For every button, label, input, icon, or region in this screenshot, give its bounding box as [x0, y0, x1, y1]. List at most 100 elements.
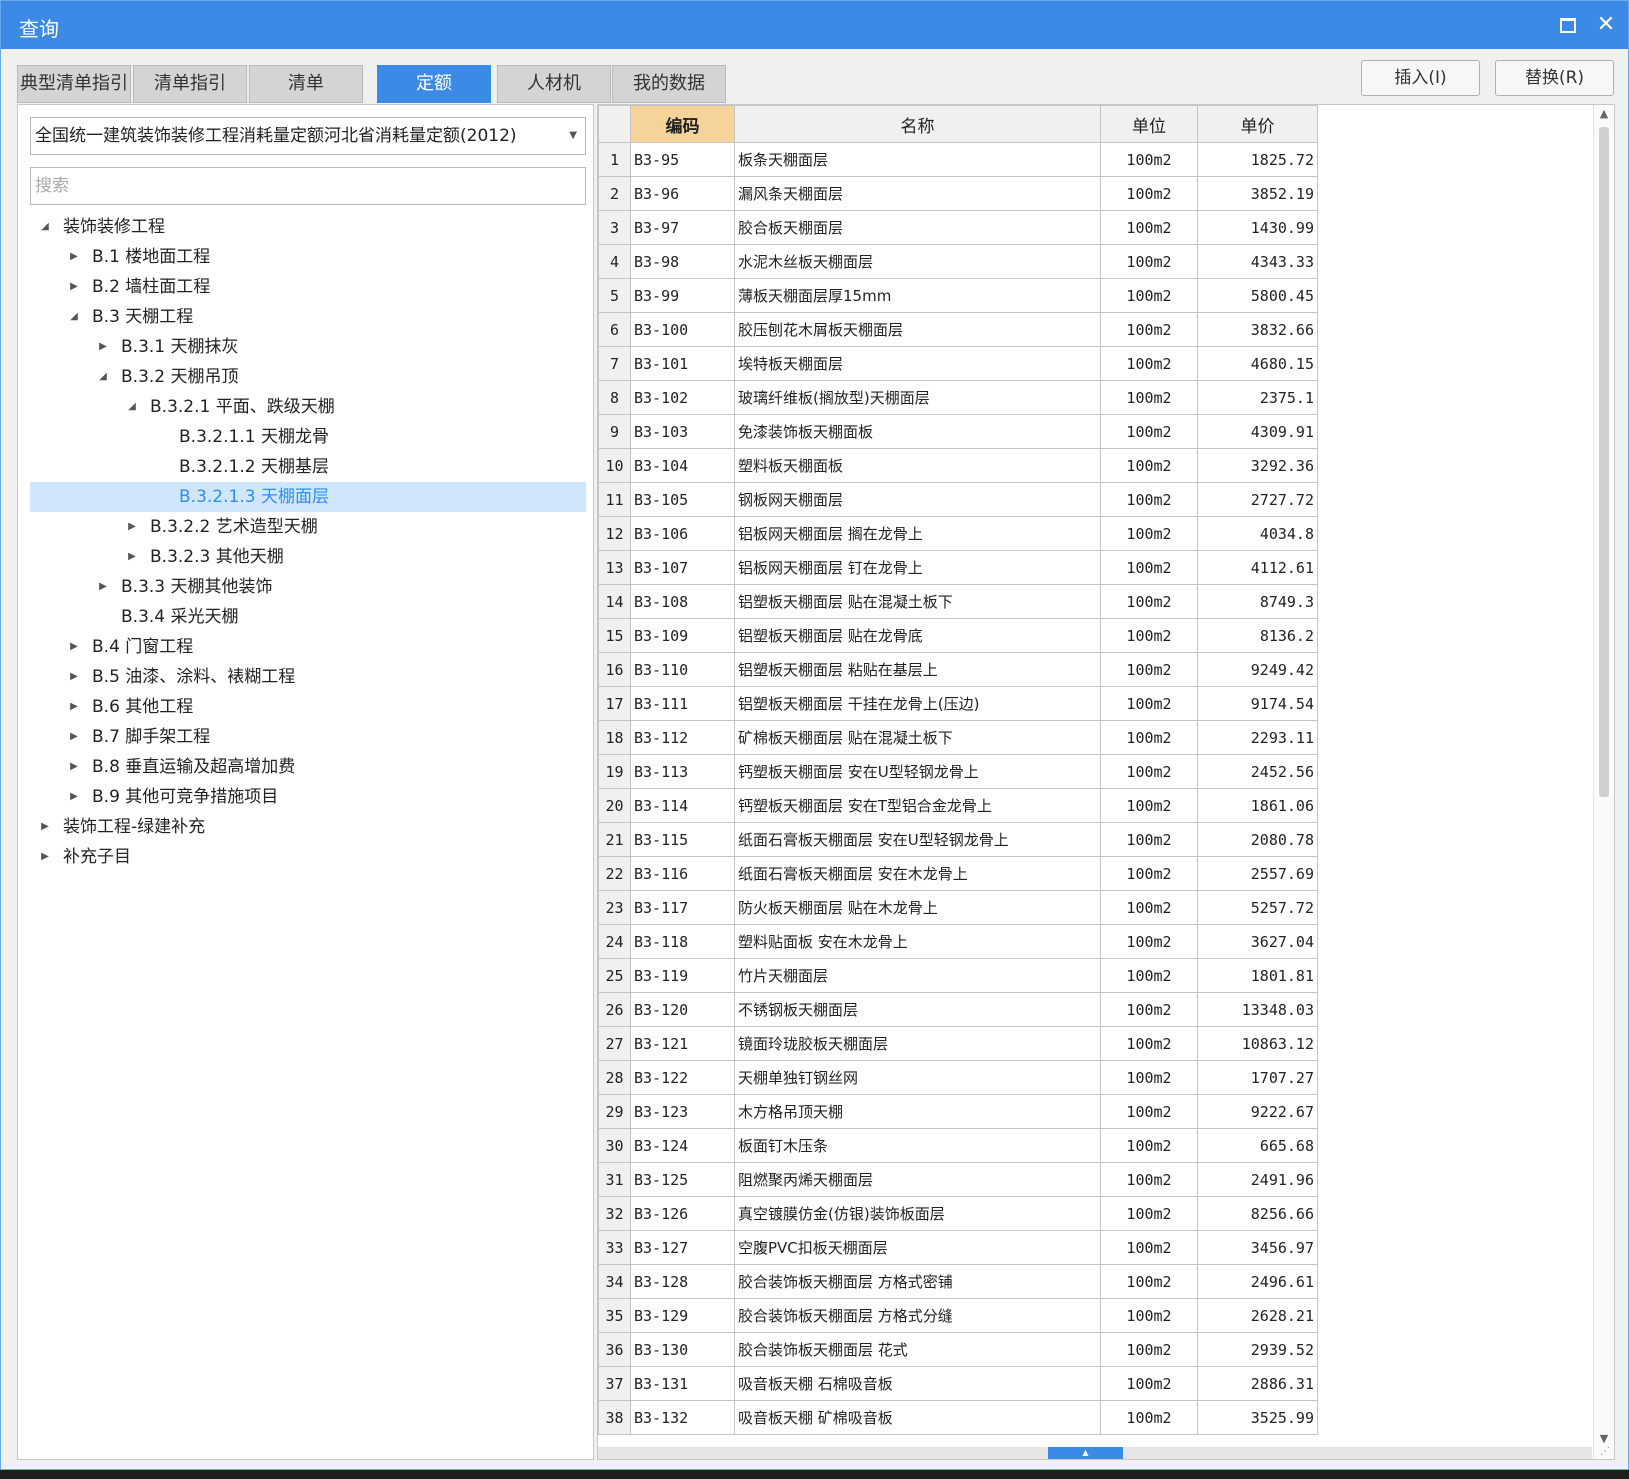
- name-cell[interactable]: 铝塑板天棚面层 干挂在龙骨上(压边): [734, 686, 1101, 721]
- row-number-cell[interactable]: 7: [598, 346, 631, 381]
- table-row[interactable]: 35 B3-129 胶合装饰板天棚面层 方格式分缝 100m2 2628.21: [598, 1298, 1318, 1333]
- unit-cell[interactable]: 100m2: [1100, 1162, 1198, 1197]
- row-number-cell[interactable]: 32: [598, 1196, 631, 1231]
- row-number-cell[interactable]: 21: [598, 822, 631, 857]
- table-row[interactable]: 30 B3-124 板面钉木压条 100m2 665.68: [598, 1128, 1318, 1163]
- name-cell[interactable]: 铝板网天棚面层 搁在龙骨上: [734, 516, 1101, 551]
- name-cell[interactable]: 玻璃纤维板(搁放型)天棚面层: [734, 380, 1101, 415]
- tab-bill-guide[interactable]: 清单指引: [133, 65, 247, 103]
- expand-arrow-icon[interactable]: ▶: [67, 662, 81, 692]
- code-cell[interactable]: B3-98: [630, 244, 735, 279]
- row-number-cell[interactable]: 18: [598, 720, 631, 755]
- table-row[interactable]: 20 B3-114 钙塑板天棚面层 安在T型铝合金龙骨上 100m2 1861.06: [598, 788, 1318, 823]
- table-row[interactable]: 2 B3-96 漏风条天棚面层 100m2 3852.19: [598, 176, 1318, 211]
- price-cell[interactable]: 2080.78: [1197, 822, 1318, 857]
- name-cell[interactable]: 镜面玲珑胶板天棚面层: [734, 1026, 1101, 1061]
- table-row[interactable]: 7 B3-101 埃特板天棚面层 100m2 4680.15: [598, 346, 1318, 381]
- code-cell[interactable]: B3-110: [630, 652, 735, 687]
- table-row[interactable]: 25 B3-119 竹片天棚面层 100m2 1801.81: [598, 958, 1318, 993]
- unit-cell[interactable]: 100m2: [1100, 244, 1198, 279]
- table-row[interactable]: 27 B3-121 镜面玲珑胶板天棚面层 100m2 10863.12: [598, 1026, 1318, 1061]
- code-cell[interactable]: B3-102: [630, 380, 735, 415]
- price-cell[interactable]: 13348.03: [1197, 992, 1318, 1027]
- row-number-cell[interactable]: 22: [598, 856, 631, 891]
- table-row[interactable]: 21 B3-115 纸面石膏板天棚面层 安在U型轻钢龙骨上 100m2 2080.78: [598, 822, 1318, 857]
- price-cell[interactable]: 2939.52: [1197, 1332, 1318, 1367]
- row-number-cell[interactable]: 31: [598, 1162, 631, 1197]
- tree-node[interactable]: B.3.2.1.3 天棚面层: [30, 482, 586, 512]
- code-cell[interactable]: B3-111: [630, 686, 735, 721]
- table-row[interactable]: 16 B3-110 铝塑板天棚面层 粘贴在基层上 100m2 9249.42: [598, 652, 1318, 687]
- code-cell[interactable]: B3-101: [630, 346, 735, 381]
- row-number-cell[interactable]: 2: [598, 176, 631, 211]
- vertical-scroll-thumb[interactable]: [1599, 127, 1609, 797]
- unit-cell[interactable]: 100m2: [1100, 1060, 1198, 1095]
- row-number-cell[interactable]: 25: [598, 958, 631, 993]
- tree-node[interactable]: ▶ B.3.3 天棚其他装饰: [30, 572, 586, 602]
- price-cell[interactable]: 1861.06: [1197, 788, 1318, 823]
- price-cell[interactable]: 9222.67: [1197, 1094, 1318, 1129]
- code-cell[interactable]: B3-97: [630, 210, 735, 245]
- price-cell[interactable]: 2496.61: [1197, 1264, 1318, 1299]
- name-cell[interactable]: 板面钉木压条: [734, 1128, 1101, 1163]
- collapse-arrow-icon[interactable]: ◢: [38, 212, 52, 242]
- name-cell[interactable]: 竹片天棚面层: [734, 958, 1101, 993]
- code-cell[interactable]: B3-109: [630, 618, 735, 653]
- code-cell[interactable]: B3-95: [630, 142, 735, 177]
- tree-node[interactable]: ◢ B.3.2 天棚吊顶: [30, 362, 586, 392]
- code-cell[interactable]: B3-113: [630, 754, 735, 789]
- row-number-cell[interactable]: 15: [598, 618, 631, 653]
- unit-cell[interactable]: 100m2: [1100, 1026, 1198, 1061]
- replace-button[interactable]: 替换(R): [1495, 60, 1614, 96]
- unit-cell[interactable]: 100m2: [1100, 720, 1198, 755]
- table-row[interactable]: 3 B3-97 胶合板天棚面层 100m2 1430.99: [598, 210, 1318, 245]
- expand-arrow-icon[interactable]: ▶: [67, 272, 81, 302]
- row-number-cell[interactable]: 5: [598, 278, 631, 313]
- table-row[interactable]: 22 B3-116 纸面石膏板天棚面层 安在木龙骨上 100m2 2557.69: [598, 856, 1318, 891]
- name-cell[interactable]: 阻燃聚丙烯天棚面层: [734, 1162, 1101, 1197]
- name-cell[interactable]: 铝塑板天棚面层 粘贴在基层上: [734, 652, 1101, 687]
- name-cell[interactable]: 不锈钢板天棚面层: [734, 992, 1101, 1027]
- tree-node[interactable]: ▶ B.2 墙柱面工程: [30, 272, 586, 302]
- price-cell[interactable]: 2727.72: [1197, 482, 1318, 517]
- name-cell[interactable]: 吸音板天棚 石棉吸音板: [734, 1366, 1101, 1401]
- price-cell[interactable]: 3525.99: [1197, 1400, 1318, 1435]
- table-row[interactable]: 11 B3-105 钢板网天棚面层 100m2 2727.72: [598, 482, 1318, 517]
- collapse-arrow-icon[interactable]: ◢: [96, 362, 110, 392]
- unit-cell[interactable]: 100m2: [1100, 550, 1198, 585]
- tree-node[interactable]: ◢ 装饰装修工程: [30, 212, 586, 242]
- price-cell[interactable]: 1801.81: [1197, 958, 1318, 993]
- code-cell[interactable]: B3-118: [630, 924, 735, 959]
- row-number-cell[interactable]: 13: [598, 550, 631, 585]
- code-cell[interactable]: B3-120: [630, 992, 735, 1027]
- price-cell[interactable]: 2491.96: [1197, 1162, 1318, 1197]
- tree-node[interactable]: ▶ B.3.1 天棚抹灰: [30, 332, 586, 362]
- unit-cell[interactable]: 100m2: [1100, 822, 1198, 857]
- expand-arrow-icon[interactable]: ▶: [67, 632, 81, 662]
- tab-labor-material-machine[interactable]: 人材机: [497, 65, 611, 103]
- table-row[interactable]: 4 B3-98 水泥木丝板天棚面层 100m2 4343.33: [598, 244, 1318, 279]
- row-number-cell[interactable]: 19: [598, 754, 631, 789]
- unit-cell[interactable]: 100m2: [1100, 516, 1198, 551]
- unit-cell[interactable]: 100m2: [1100, 1366, 1198, 1401]
- expand-arrow-icon[interactable]: ▶: [67, 242, 81, 272]
- row-number-cell[interactable]: 24: [598, 924, 631, 959]
- table-row[interactable]: 24 B3-118 塑料贴面板 安在木龙骨上 100m2 3627.04: [598, 924, 1318, 959]
- table-row[interactable]: 8 B3-102 玻璃纤维板(搁放型)天棚面层 100m2 2375.1: [598, 380, 1318, 415]
- code-cell[interactable]: B3-132: [630, 1400, 735, 1435]
- price-column-header[interactable]: 单价: [1197, 105, 1318, 143]
- row-number-cell[interactable]: 8: [598, 380, 631, 415]
- close-icon[interactable]: ✕: [1588, 9, 1624, 41]
- tree-node[interactable]: ▶ B.1 楼地面工程: [30, 242, 586, 272]
- unit-cell[interactable]: 100m2: [1100, 584, 1198, 619]
- code-cell[interactable]: B3-123: [630, 1094, 735, 1129]
- code-cell[interactable]: B3-96: [630, 176, 735, 211]
- unit-cell[interactable]: 100m2: [1100, 686, 1198, 721]
- row-number-cell[interactable]: 16: [598, 652, 631, 687]
- name-cell[interactable]: 塑料贴面板 安在木龙骨上: [734, 924, 1101, 959]
- code-cell[interactable]: B3-127: [630, 1230, 735, 1265]
- tree-node[interactable]: ▶ B.9 其他可竞争措施项目: [30, 782, 586, 812]
- price-cell[interactable]: 2628.21: [1197, 1298, 1318, 1333]
- expand-arrow-icon[interactable]: ▶: [67, 722, 81, 752]
- dropdown-arrow-icon[interactable]: ▼: [569, 118, 577, 154]
